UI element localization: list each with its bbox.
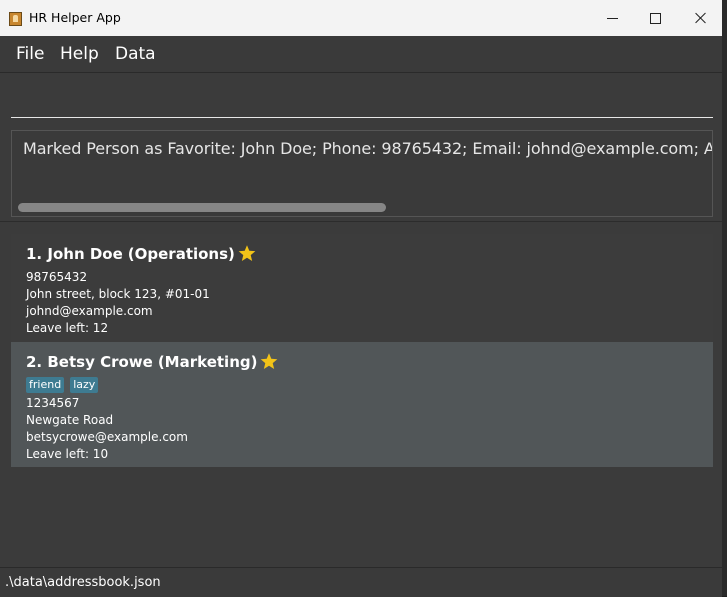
person-card-header: 1. John Doe (Operations) <box>26 244 257 263</box>
close-icon <box>695 12 707 24</box>
person-leave: Leave left: 12 <box>26 321 109 335</box>
tag-badge: lazy <box>70 377 99 393</box>
horizontal-scrollbar[interactable] <box>18 203 386 212</box>
close-button[interactable] <box>678 0 724 36</box>
person-department: (Operations) <box>127 244 235 263</box>
menu-file[interactable]: File <box>16 44 44 64</box>
command-box-container <box>0 73 722 125</box>
person-address: John street, block 123, #01-01 <box>26 287 210 301</box>
minimize-button[interactable] <box>589 0 635 36</box>
person-card-selected[interactable]: 2. Betsy Crowe (Marketing) friend lazy 1… <box>11 342 713 467</box>
app-logo-icon <box>9 12 22 26</box>
minimize-icon <box>606 17 618 19</box>
person-name: Betsy Crowe <box>47 352 153 371</box>
person-list: 1. John Doe (Operations) 98765432 John s… <box>11 234 713 467</box>
status-bar: .\data\addressbook.json <box>0 567 722 597</box>
result-display: Marked Person as Favorite: John Doe; Pho… <box>11 130 713 217</box>
person-index: 1. <box>26 244 43 263</box>
person-phone: 1234567 <box>26 396 80 410</box>
storage-file-path: .\data\addressbook.json <box>5 575 161 590</box>
maximize-icon <box>649 12 661 24</box>
title-bar[interactable]: HR Helper App <box>0 0 722 36</box>
person-index: 2. <box>26 352 43 371</box>
command-input[interactable] <box>11 87 713 118</box>
person-address: Newgate Road <box>26 413 114 427</box>
person-email: betsycrowe@example.com <box>26 430 188 444</box>
menu-bar: File Help Data <box>0 36 722 73</box>
window-title: HR Helper App <box>29 10 121 25</box>
person-leave: Leave left: 10 <box>26 447 109 461</box>
person-details: 1234567 Newgate Road betsycrowe@example.… <box>26 395 188 463</box>
person-name: John Doe <box>47 244 123 263</box>
panel-divider <box>0 221 722 222</box>
person-department: (Marketing) <box>157 352 258 371</box>
person-phone: 98765432 <box>26 270 88 284</box>
menu-data[interactable]: Data <box>115 44 156 64</box>
app-window: HR Helper App File Help Data Marked Pers… <box>0 0 723 597</box>
tag-list: friend lazy <box>26 377 99 393</box>
result-message: Marked Person as Favorite: John Doe; Pho… <box>23 139 712 158</box>
menu-help[interactable]: Help <box>60 44 99 64</box>
person-card[interactable]: 1. John Doe (Operations) 98765432 John s… <box>11 234 713 342</box>
favorite-star-icon <box>261 353 278 370</box>
favorite-star-icon <box>238 245 256 262</box>
person-details: 98765432 John street, block 123, #01-01 … <box>26 269 210 337</box>
background-window-edge <box>722 0 727 596</box>
tag-badge: friend <box>26 377 65 393</box>
maximize-button[interactable] <box>632 0 678 36</box>
person-card-header: 2. Betsy Crowe (Marketing) <box>26 352 279 371</box>
person-email: johnd@example.com <box>26 304 153 318</box>
